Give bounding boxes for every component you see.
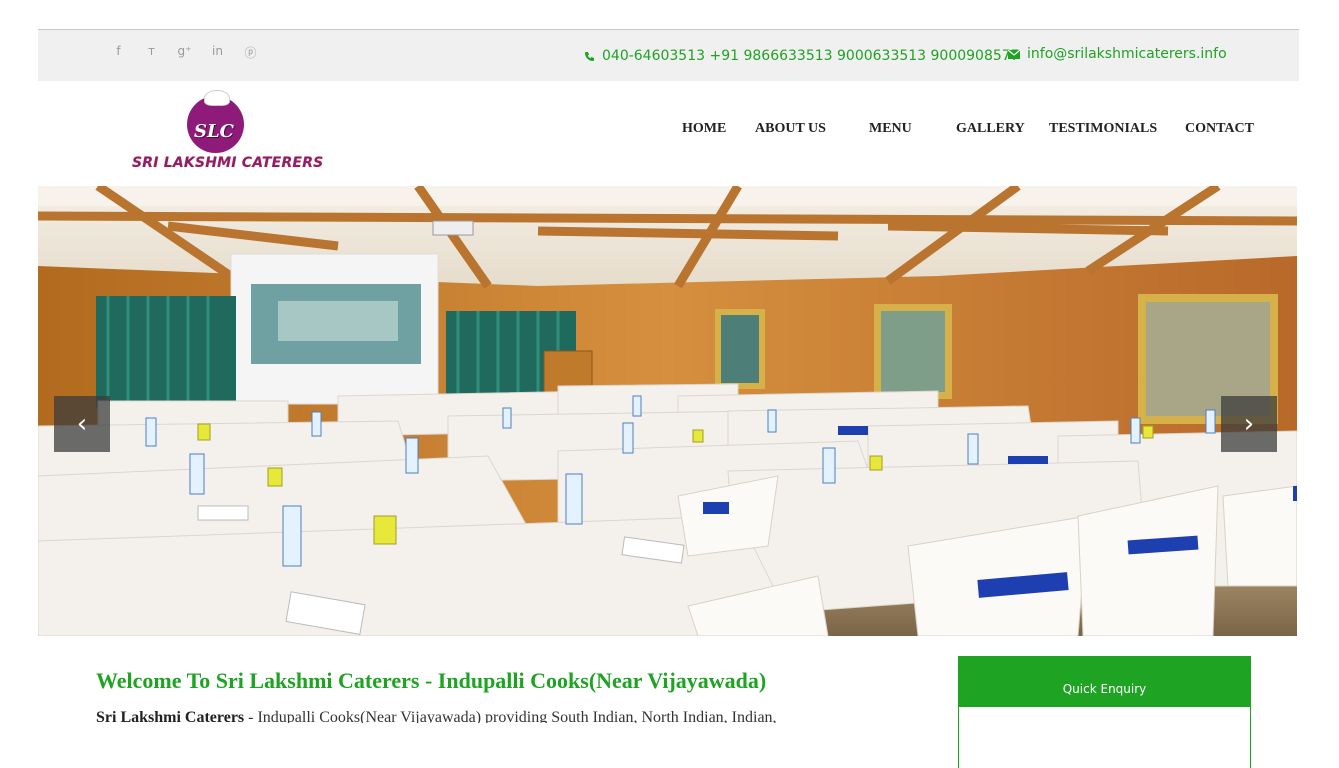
- page: f ᴛ g⁺ in ⓟ 040-64603513 +91 9866633513 …: [38, 29, 1299, 768]
- quick-enquiry-header: Quick Enquiry: [959, 657, 1250, 707]
- nav-testimonials[interactable]: TESTIMONIALS: [1049, 121, 1157, 137]
- welcome-text: Sri Lakshmi Caterers - Indupalli Cooks(N…: [96, 707, 912, 723]
- nav-gallery[interactable]: GALLERY: [956, 121, 1025, 137]
- phone-icon: [585, 51, 594, 61]
- logo-text: SRI LAKSHMI CATERERS: [132, 155, 324, 171]
- chevron-left-icon: ‹: [76, 409, 88, 439]
- pinterest-icon[interactable]: ⓟ: [234, 44, 267, 61]
- chevron-right-icon: ›: [1243, 409, 1255, 439]
- welcome-brand: Sri Lakshmi Caterers: [96, 709, 245, 723]
- quick-enquiry-panel: Quick Enquiry: [958, 656, 1251, 768]
- slider-next-button[interactable]: ›: [1221, 396, 1277, 452]
- contact-email: info@srilakshmicaterers.info: [1008, 46, 1227, 62]
- slider-prev-button[interactable]: ‹: [54, 396, 110, 452]
- quick-enquiry-title: Quick Enquiry: [1062, 682, 1147, 696]
- twitter-icon[interactable]: ᴛ: [135, 44, 168, 61]
- social-links: f ᴛ g⁺ in ⓟ: [102, 44, 267, 61]
- header: SLC SRI LAKSHMI CATERERS HOME ABOUT US M…: [38, 81, 1299, 186]
- google-plus-icon[interactable]: g⁺: [168, 44, 201, 61]
- linkedin-icon[interactable]: in: [201, 44, 234, 61]
- logo[interactable]: SLC SRI LAKSHMI CATERERS: [132, 90, 323, 177]
- welcome-body: - Indupalli Cooks(Near Vijayawada) provi…: [244, 709, 777, 723]
- nav-menu[interactable]: MENU: [869, 121, 912, 137]
- nav-about-us[interactable]: ABOUT US: [755, 121, 826, 137]
- phone-numbers: 040-64603513 +91 9866633513 9000633513 9…: [602, 48, 1020, 64]
- email-link[interactable]: info@srilakshmicaterers.info: [1027, 46, 1227, 62]
- envelope-icon: [1008, 49, 1020, 59]
- welcome-title: Welcome To Sri Lakshmi Caterers - Indupa…: [96, 668, 767, 693]
- nav-contact[interactable]: CONTACT: [1185, 121, 1254, 137]
- facebook-icon[interactable]: f: [102, 44, 135, 61]
- hero-slider: ‹ ›: [38, 186, 1297, 636]
- logo-initials: SLC: [194, 121, 234, 142]
- contact-phone: 040-64603513 +91 9866633513 9000633513 9…: [584, 48, 1020, 64]
- nav-home[interactable]: HOME: [682, 121, 726, 137]
- banquet-hall-image: [38, 186, 1297, 636]
- top-bar: f ᴛ g⁺ in ⓟ 040-64603513 +91 9866633513 …: [38, 30, 1299, 81]
- chef-hat-icon: [204, 90, 230, 106]
